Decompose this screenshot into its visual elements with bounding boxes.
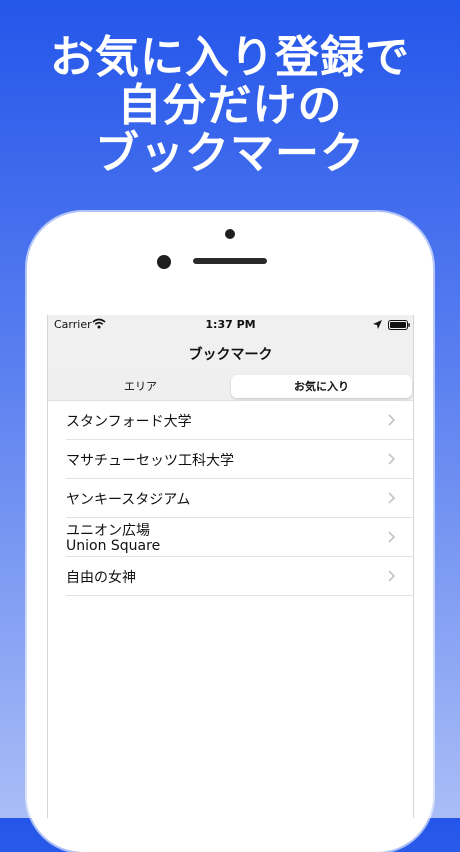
list-item-title: ヤンキースタジアム [66,492,191,508]
chevron-right-icon [388,414,395,426]
chevron-right-icon [388,492,395,504]
front-camera [225,229,235,239]
chevron-right-icon [388,570,395,582]
list-item-subtitle: Union Square [66,538,161,554]
headline-line-2: 自分だけの [117,80,343,131]
list-item[interactable]: 自由の女神 [66,557,413,596]
list-item-title: マサチューセッツ工科大学 [66,453,234,469]
list-item[interactable]: ユニオン広場 Union Square [66,518,413,557]
status-bar: Carrier 1:37 PM [48,315,413,335]
headline-line-3: ブックマーク [95,128,365,179]
segment-favorites[interactable]: お気に入り [231,375,412,398]
list-item[interactable]: スタンフォード大学 [66,401,413,440]
status-time: 1:37 PM [205,318,256,331]
list-item[interactable]: マサチューセッツ工科大学 [66,440,413,479]
list-item-title: 自由の女神 [66,570,136,586]
list-item-title: スタンフォード大学 [66,414,192,430]
location-arrow-icon [373,320,382,329]
app-screen: Carrier 1:37 PM ブックマーク エリア お気に入り スタンフォード… [47,315,414,818]
segment-area[interactable]: エリア [50,375,231,398]
segmented-control: エリア お気に入り [48,373,413,401]
bookmark-list: スタンフォード大学 マサチューセッツ工科大学 ヤンキースタジアム ユニオン広場 … [48,401,413,596]
chevron-right-icon [388,531,395,543]
proximity-sensor [157,255,171,269]
chevron-right-icon [388,453,395,465]
battery-icon [388,320,410,330]
navigation-bar: ブックマーク [48,335,413,373]
list-item[interactable]: ヤンキースタジアム [66,479,413,518]
promo-headline: お気に入り登録で 自分だけの ブックマーク [0,34,460,178]
nav-title: ブックマーク [188,347,273,363]
list-item-title: ユニオン広場 [66,523,150,539]
headline-line-1: お気に入り登録で [50,32,410,83]
earpiece-speaker [193,258,267,264]
